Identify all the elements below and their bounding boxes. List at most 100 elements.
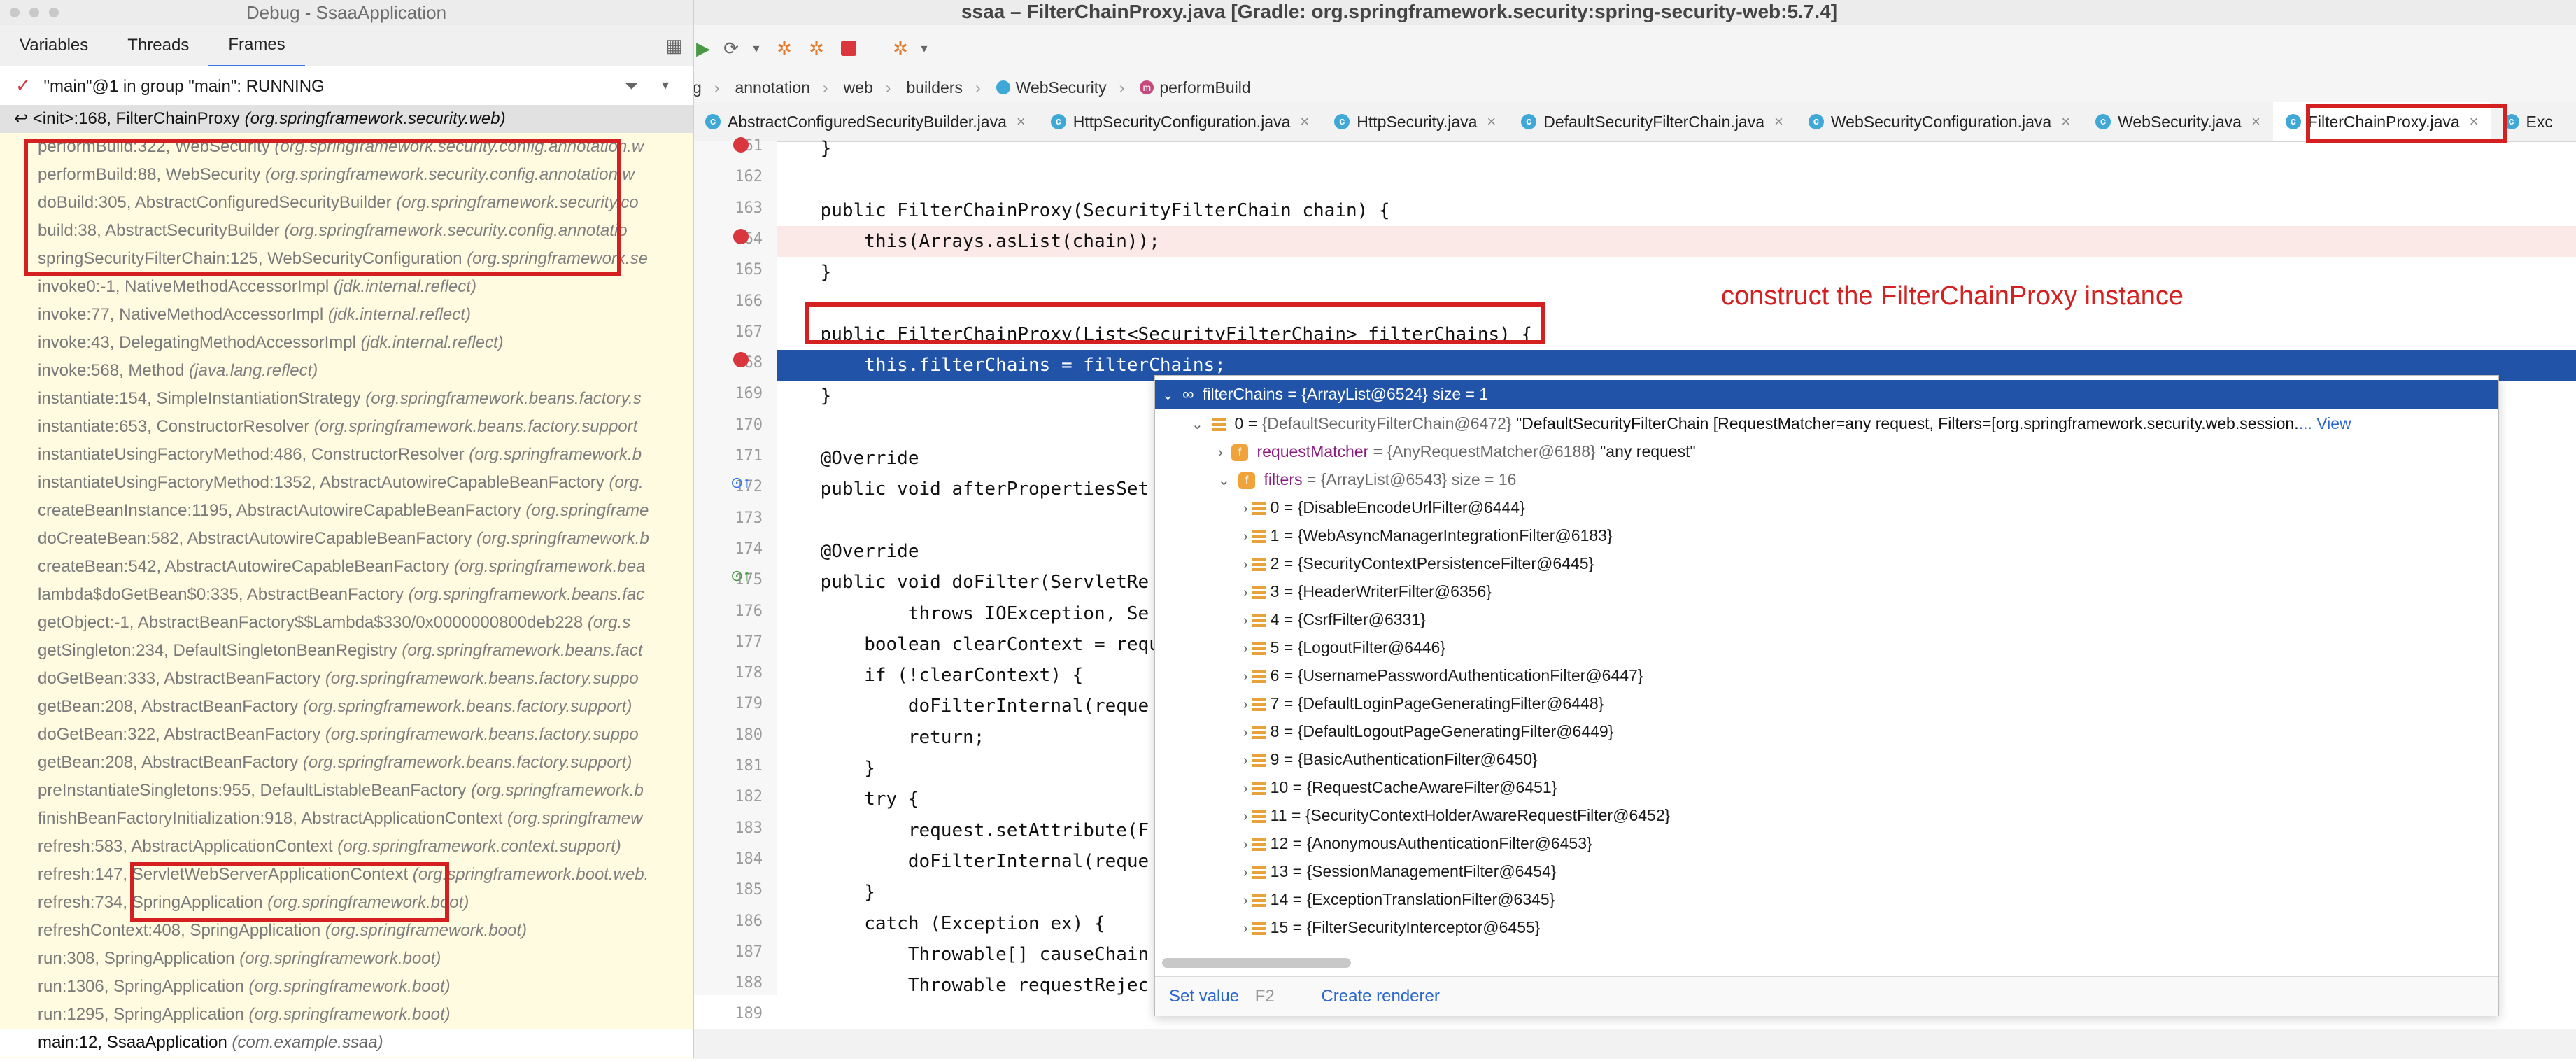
close-icon[interactable]: × [1774, 113, 1783, 131]
chevron-right-icon[interactable]: › [1243, 613, 1248, 628]
chevron-right-icon[interactable]: › [1243, 781, 1248, 796]
chevron-right-icon[interactable]: › [1243, 893, 1248, 908]
close-icon[interactable]: × [1300, 113, 1309, 131]
rerun-icon[interactable]: ✲ [772, 36, 796, 60]
chevron-right-icon[interactable]: › [1243, 837, 1248, 852]
filter-icon[interactable]: ⏷ [624, 66, 639, 105]
horizontal-scrollbar[interactable] [1162, 958, 1351, 968]
stack-frame[interactable]: instantiate:653, ConstructorResolver (or… [0, 413, 693, 441]
chevron-right-icon[interactable]: › [1243, 641, 1248, 656]
filter-item-row[interactable]: › 10 = {RequestCacheAwareFilter@6451} [1243, 773, 1557, 801]
stack-frame[interactable]: run:1306, SpringApplication (org.springf… [0, 973, 693, 1001]
stack-frame[interactable]: run:1295, SpringApplication (org.springf… [0, 1001, 693, 1029]
stack-frame[interactable]: createBeanInstance:1195, AbstractAutowir… [0, 497, 693, 525]
breakpoint-icon[interactable] [733, 229, 749, 244]
chevron-right-icon[interactable]: › [1243, 725, 1248, 740]
stack-frame[interactable]: main:12, SsaaApplication (com.example.ss… [0, 1029, 693, 1057]
chevron-right-icon[interactable]: › [1243, 753, 1248, 768]
stack-frame[interactable]: run:308, SpringApplication (org.springfr… [0, 945, 693, 973]
chevron-right-icon[interactable]: › [1243, 501, 1248, 516]
filter-item-row[interactable]: › 0 = {DisableEncodeUrlFilter@6444} [1243, 493, 1525, 521]
stack-frame[interactable]: preInstantiateSingletons:955, DefaultLis… [0, 777, 693, 805]
stack-frame[interactable]: getSingleton:234, DefaultSingletonBeanRe… [0, 637, 693, 665]
window-zoom-icon[interactable] [49, 8, 59, 17]
filter-item-row[interactable]: › 2 = {SecurityContextPersistenceFilter@6… [1243, 549, 1594, 577]
stop-icon[interactable] [837, 36, 861, 60]
stack-frame[interactable]: invoke:77, NativeMethodAccessorImpl (jdk… [0, 301, 693, 329]
close-icon[interactable]: × [2061, 113, 2070, 131]
view-link[interactable]: ... View [2299, 414, 2351, 432]
chevron-right-icon[interactable]: › [1243, 529, 1248, 544]
stack-frame[interactable]: doGetBean:322, AbstractBeanFactory (org.… [0, 721, 693, 749]
chevron-down-icon[interactable]: ⌄ [1162, 388, 1174, 403]
filter-item-row[interactable]: › 3 = {HeaderWriterFilter@6356} [1243, 577, 1492, 605]
breadcrumb-item[interactable]: builders [906, 78, 963, 97]
run-to-cursor-icon[interactable]: ⟳ [719, 36, 743, 60]
chevron-right-icon[interactable]: › [1243, 697, 1248, 712]
dropdown-chevron-icon[interactable]: ▾ [744, 36, 768, 60]
stack-frame[interactable]: invoke:568, Method (java.lang.reflect) [0, 357, 693, 385]
chevron-down-icon[interactable]: ⌄ [1218, 473, 1230, 488]
chevron-right-icon[interactable]: › [1218, 445, 1223, 460]
breadcrumb-item[interactable]: performBuild [1159, 78, 1250, 97]
breakpoint-icon[interactable] [733, 352, 749, 367]
filter-item-row[interactable]: › 7 = {DefaultLoginPageGeneratingFilter@6… [1243, 689, 1604, 717]
stack-frame[interactable]: getBean:208, AbstractBeanFactory (org.sp… [0, 749, 693, 777]
create-renderer-link[interactable]: Create renderer [1321, 987, 1439, 1006]
chevron-right-icon[interactable]: › [1243, 921, 1248, 936]
thread-selector[interactable]: ✓ "main"@1 in group "main": RUNNING ⏷ ▾ [0, 66, 693, 106]
implements-marker-icon[interactable]: ⊙↑ [730, 474, 751, 492]
filter-item-row[interactable]: › 6 = {UsernamePasswordAuthenticationFilt… [1243, 661, 1643, 689]
filter-item-row[interactable]: › 13 = {SessionManagementFilter@6454} [1243, 857, 1557, 885]
stack-frame[interactable]: getObject:-1, AbstractBeanFactory$$Lambd… [0, 609, 693, 637]
filter-item-row[interactable]: › 8 = {DefaultLogoutPageGeneratingFilter@… [1243, 717, 1613, 745]
chevron-right-icon[interactable]: › [1243, 585, 1248, 600]
close-icon[interactable]: × [1017, 113, 1026, 131]
filter-item-row[interactable]: › 4 = {CsrfFilter@6331} [1243, 605, 1426, 633]
filter-item-row[interactable]: › 11 = {SecurityContextHolderAwareRequest… [1243, 801, 1670, 829]
chevron-right-icon[interactable]: › [1243, 557, 1248, 572]
tab-frames[interactable]: Frames [208, 24, 305, 67]
tab-threads[interactable]: Threads [108, 25, 208, 66]
filter-item-row[interactable]: › 9 = {BasicAuthenticationFilter@6450} [1243, 745, 1538, 773]
stack-frame[interactable]: getBean:208, AbstractBeanFactory (org.sp… [0, 693, 693, 721]
code-line[interactable]: public FilterChainProxy(SecurityFilterCh… [777, 195, 2576, 226]
filters-row[interactable]: ⌄ f filters = {ArrayList@6543} size = 16 [1218, 465, 1516, 493]
stack-frame[interactable]: instantiateUsingFactoryMethod:1352, Abst… [0, 469, 693, 497]
root-variable-row[interactable]: ⌄ ∞ filterChains = {ArrayList@6524} size… [1162, 380, 1488, 408]
filter-item-row[interactable]: › 5 = {LogoutFilter@6446} [1243, 633, 1445, 661]
stack-frame[interactable]: doGetBean:333, AbstractBeanFactory (org.… [0, 665, 693, 693]
resume-icon[interactable]: ▶ [691, 36, 715, 60]
stack-frame[interactable]: instantiate:154, SimpleInstantiationStra… [0, 385, 693, 413]
implements-marker-icon[interactable]: ⊙↑ [730, 567, 751, 585]
chevron-right-icon[interactable]: › [1243, 809, 1248, 824]
chevron-right-icon[interactable]: › [1243, 865, 1248, 880]
close-icon[interactable]: × [1487, 113, 1496, 131]
close-icon[interactable]: × [2251, 113, 2260, 131]
stack-frame[interactable]: createBean:542, AbstractAutowireCapableB… [0, 553, 693, 581]
stack-frame[interactable]: instantiateUsingFactoryMethod:486, Const… [0, 441, 693, 469]
filter-item-row[interactable]: › 12 = {AnonymousAuthenticationFilter@645… [1243, 829, 1592, 857]
more-chevron-icon[interactable]: ▾ [912, 36, 936, 60]
stack-frame[interactable]: invoke:43, DelegatingMethodAccessorImpl … [0, 329, 693, 357]
breadcrumb-item[interactable]: WebSecurity [1016, 78, 1107, 97]
code-line[interactable]: } [777, 257, 2576, 288]
chain-item-row[interactable]: ⌄ 0 = {DefaultSecurityFilterChain@6472} … [1191, 409, 2351, 437]
stack-frame[interactable]: doCreateBean:582, AbstractAutowireCapabl… [0, 525, 693, 553]
set-value-link[interactable]: Set value [1169, 987, 1239, 1006]
code-line[interactable] [777, 164, 2576, 195]
breadcrumb-item[interactable]: web [844, 78, 873, 97]
filter-item-row[interactable]: › 15 = {FilterSecurityInterceptor@6455} [1243, 913, 1540, 941]
filter-item-row[interactable]: › 14 = {ExceptionTranslationFilter@6345} [1243, 885, 1555, 913]
filter-item-row[interactable]: › 1 = {WebAsyncManagerIntegrationFilter@6… [1243, 521, 1613, 549]
window-minimize-icon[interactable] [29, 8, 39, 17]
stack-frame[interactable]: lambda$doGetBean$0:335, AbstractBeanFact… [0, 581, 693, 609]
stack-frame[interactable]: refresh:583, AbstractApplicationContext … [0, 833, 693, 861]
evaluate-icon[interactable]: ✲ [889, 36, 912, 60]
step-icon[interactable]: ✲ [805, 36, 828, 60]
stack-frame[interactable]: invoke0:-1, NativeMethodAccessorImpl (jd… [0, 273, 693, 301]
code-line[interactable]: this(Arrays.asList(chain)); [777, 225, 2576, 257]
stack-frame[interactable]: finishBeanFactoryInitialization:918, Abs… [0, 805, 693, 833]
request-matcher-row[interactable]: › f requestMatcher = {AnyRequestMatcher@… [1218, 437, 1696, 465]
breadcrumb-item[interactable]: annotation [735, 78, 809, 97]
